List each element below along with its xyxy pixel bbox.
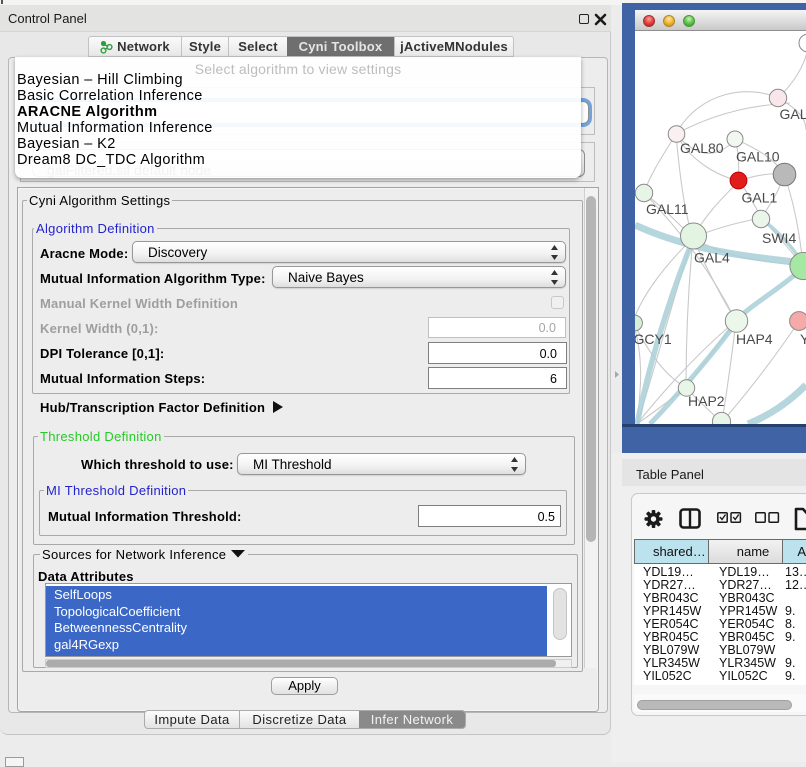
svg-text:HAP2: HAP2 [688,393,725,409]
svg-text:GAL10: GAL10 [736,149,780,165]
svg-text:SWI4: SWI4 [762,230,796,246]
svg-text:GAL4: GAL4 [694,250,730,266]
svg-text:GAL7: GAL7 [780,106,806,122]
svg-text:GAL80: GAL80 [680,140,724,156]
svg-text:GAL1: GAL1 [742,190,778,206]
svg-text:GCY1: GCY1 [635,331,672,347]
svg-text:GAL11: GAL11 [646,201,689,217]
svg-text:Y: Y [800,331,806,347]
svg-text:HAP4: HAP4 [736,331,773,347]
